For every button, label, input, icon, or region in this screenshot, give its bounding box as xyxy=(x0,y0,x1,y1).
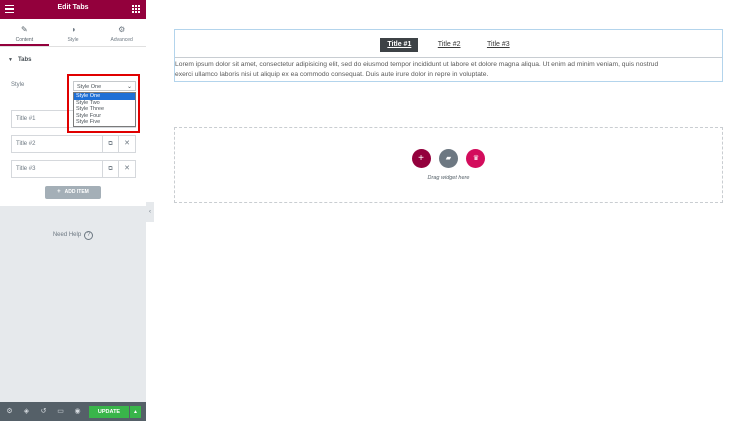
tab-title-1[interactable]: Title #1 xyxy=(380,38,419,52)
addons-logo-icon[interactable]: ♛ xyxy=(466,149,486,168)
editor-sidebar: Edit Tabs ✎ Content ◑ Style ⚙ Advanced ▼… xyxy=(0,0,146,421)
style-label: Style xyxy=(11,82,25,88)
widget-dropzone[interactable]: + ▰ ♛ Drag widget here xyxy=(174,127,723,203)
tab-title-3[interactable]: Title #3 xyxy=(480,38,517,52)
template-library-icon[interactable]: ▰ xyxy=(439,149,458,168)
duplicate-icon[interactable]: ⧉ xyxy=(102,161,118,177)
section-toggle-tabs[interactable]: ▼ Tabs xyxy=(8,57,32,63)
apps-grid-icon[interactable] xyxy=(132,5,140,13)
history-icon[interactable]: ↺ xyxy=(39,407,48,416)
tabs-widget-titles: Title #1 Title #2 Title #3 xyxy=(175,33,722,52)
need-help-label: Need Help xyxy=(52,232,82,238)
style-select-value: Style One xyxy=(77,84,102,90)
panel-tabs: ✎ Content ◑ Style ⚙ Advanced xyxy=(0,19,146,47)
sidebar-header: Edit Tabs xyxy=(0,0,146,19)
content-line-1: Lorem ipsum dolor sit amet, consectetur … xyxy=(175,61,659,68)
content-line-2: exerci ullamco laboris nisi ut aliquip e… xyxy=(175,71,489,78)
tabs-widget[interactable]: Title #1 Title #2 Title #3 Lorem ipsum d… xyxy=(174,29,723,82)
tab-content-label: Content xyxy=(15,37,34,43)
gear-icon: ⚙ xyxy=(118,25,126,34)
dropzone-text: Drag widget here xyxy=(427,175,470,181)
add-item-button[interactable]: + ADD ITEM xyxy=(45,186,101,199)
repeater-item[interactable]: Title #3 ⧉ ✕ xyxy=(11,160,136,178)
need-help-link[interactable]: Need Help? xyxy=(0,231,146,240)
tab-title-2[interactable]: Title #2 xyxy=(431,38,468,52)
add-item-label: ADD ITEM xyxy=(64,189,89,195)
question-icon: ? xyxy=(84,231,94,240)
close-icon[interactable]: ✕ xyxy=(118,161,135,177)
editor-app: Edit Tabs ✎ Content ◑ Style ⚙ Advanced ▼… xyxy=(0,0,750,421)
half-circle-icon: ◑ xyxy=(70,25,76,34)
repeater-item-label: Title #1 xyxy=(16,116,36,122)
responsive-icon[interactable]: ▭ xyxy=(56,407,65,416)
panel-title: Edit Tabs xyxy=(57,4,89,11)
pencil-icon: ✎ xyxy=(20,25,28,34)
page-canvas: Title #1 Title #2 Title #3 Lorem ipsum d… xyxy=(154,0,750,421)
tab-style-label: Style xyxy=(67,37,79,43)
collapse-panel-icon[interactable]: ‹ xyxy=(146,202,154,222)
style-option[interactable]: Style Five xyxy=(74,119,135,126)
dropzone-buttons: + ▰ ♛ xyxy=(175,149,722,168)
repeater-item-label: Title #3 xyxy=(16,166,36,172)
duplicate-icon[interactable]: ⧉ xyxy=(102,136,118,152)
style-options-list: Style One Style Two Style Three Style Fo… xyxy=(73,92,136,127)
repeater-item[interactable]: Title #2 ⧉ ✕ xyxy=(11,135,136,153)
tab-content-text: Lorem ipsum dolor sit amet, consectetur … xyxy=(175,57,722,81)
preview-eye-icon[interactable]: ◉ xyxy=(73,407,82,416)
sidebar-footer: ⚙ ◈ ↺ ▭ ◉ UPDATE ▲ xyxy=(0,402,146,421)
caret-up-icon[interactable]: ▲ xyxy=(130,406,141,418)
tab-advanced-label: Advanced xyxy=(110,37,133,43)
style-select-highlight: Style One ⌄ Style One Style Two Style Th… xyxy=(67,74,140,133)
repeater-item-label: Title #2 xyxy=(16,141,36,147)
tab-style[interactable]: ◑ Style xyxy=(49,19,98,46)
caret-down-icon: ▼ xyxy=(8,57,13,63)
section-title: Tabs xyxy=(17,57,32,63)
add-section-icon[interactable]: + xyxy=(411,149,431,168)
plus-icon: + xyxy=(57,189,61,195)
tab-advanced[interactable]: ⚙ Advanced xyxy=(97,19,146,46)
chevron-down-icon: ⌄ xyxy=(126,84,132,90)
update-button[interactable]: UPDATE xyxy=(89,406,129,418)
tab-content[interactable]: ✎ Content xyxy=(0,19,49,46)
close-icon[interactable]: ✕ xyxy=(118,136,135,152)
layers-icon[interactable]: ◈ xyxy=(22,407,31,416)
style-select[interactable]: Style One ⌄ xyxy=(73,81,136,91)
settings-icon[interactable]: ⚙ xyxy=(5,407,14,416)
